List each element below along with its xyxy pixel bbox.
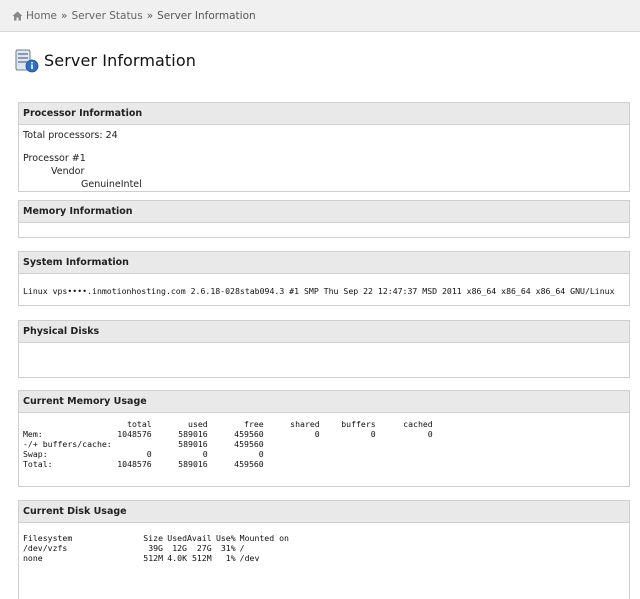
table-cell: 0 (202, 449, 208, 459)
page-header: Server Information (14, 46, 196, 74)
table-cell (320, 439, 376, 449)
panel-header: Current Disk Usage (19, 501, 629, 523)
table-cell: 459560 (234, 429, 264, 439)
column-header: cached (403, 419, 433, 429)
breadcrumb-separator: » (61, 9, 68, 22)
table-cell: 0 (314, 429, 320, 439)
column-header: Size (143, 533, 163, 543)
breadcrumb: Home » Server Status » Server Informatio… (0, 0, 640, 32)
column-header: Avail (187, 533, 212, 543)
table-cell: 589016 (178, 439, 208, 449)
current-disk-usage-panel: Current Disk Usage Filesystem Size Used … (18, 500, 630, 599)
table-cell: 0 (146, 449, 152, 459)
column-header: total (127, 419, 152, 429)
server-info-icon (15, 49, 39, 73)
table-cell: / (239, 543, 245, 553)
table-row: -/+ buffers/cache: 589016 459560 (23, 439, 433, 449)
panel-header: Current Memory Usage (19, 391, 629, 413)
memory-information-panel: Memory Information (18, 200, 630, 238)
table-cell: /dev/vzfs (23, 543, 68, 553)
table-row: /dev/vzfs 39G 12G 27G 31% / (23, 543, 289, 553)
table-cell (376, 439, 433, 449)
table-cell (320, 459, 376, 469)
column-header (23, 419, 112, 429)
table-cell: 1% (225, 553, 236, 563)
physical-disks-panel: Physical Disks (18, 320, 630, 378)
table-cell: 512M (143, 553, 163, 563)
table-cell: 1048576 (117, 429, 152, 439)
processor-information-panel: Processor Information Total processors: … (18, 102, 630, 192)
table-cell (264, 449, 320, 459)
vendor-value: GenuineIntel (81, 179, 142, 190)
column-header: Use% (215, 533, 236, 543)
table-cell (112, 439, 152, 449)
table-cell: Mem: (23, 429, 43, 439)
table-cell: 589016 (178, 459, 208, 469)
table-cell: -/+ buffers/cache: (23, 439, 112, 449)
column-header: Filesystem (23, 533, 73, 543)
table-cell: 0 (370, 429, 376, 439)
table-cell: 1048576 (117, 459, 152, 469)
column-header: shared (290, 419, 320, 429)
table-cell (264, 439, 320, 449)
table-cell (320, 449, 376, 459)
column-header: Used (167, 533, 187, 543)
system-uname: Linux vps••••.inmotionhosting.com 2.6.18… (23, 286, 615, 296)
table-row: Swap: 0 0 0 (23, 449, 433, 459)
processor-name: Processor #1 (23, 153, 86, 164)
table-cell: 459560 (234, 459, 264, 469)
column-header: free (244, 419, 264, 429)
table-cell: 459560 (234, 439, 264, 449)
column-header: buffers (341, 419, 376, 429)
table-cell: 27G (196, 543, 212, 553)
table-row: Total: 1048576 589016 459560 (23, 459, 433, 469)
breadcrumb-current: Server Information (157, 9, 256, 22)
total-processors: Total processors: 24 (23, 130, 118, 141)
table-cell: 0 (258, 449, 264, 459)
table-cell: /dev (239, 553, 260, 563)
home-icon (12, 11, 23, 20)
table-cell: 0 (427, 429, 433, 439)
table-cell: 589016 (178, 429, 208, 439)
disk-usage-table: Filesystem Size Used Avail Use% Mounted … (23, 533, 289, 563)
table-header-row: Filesystem Size Used Avail Use% Mounted … (23, 533, 289, 543)
system-information-panel: System Information Linux vps••••.inmotio… (18, 251, 630, 306)
table-cell (376, 449, 433, 459)
table-cell: 4.0K (167, 553, 187, 563)
vendor-label: Vendor (51, 166, 85, 177)
breadcrumb-home-link[interactable]: Home (26, 10, 57, 22)
table-row: Mem: 1048576 589016 459560 0 0 0 (23, 429, 433, 439)
breadcrumb-separator: » (146, 9, 154, 22)
table-header-row: total used free shared buffers cached (23, 419, 433, 429)
page-title: Server Information (44, 50, 196, 70)
table-cell: Swap: (23, 449, 48, 459)
memory-usage-table: total used free shared buffers cached Me… (23, 419, 433, 469)
column-header: Mounted on (239, 533, 289, 543)
table-cell: none (23, 553, 43, 563)
current-memory-usage-panel: Current Memory Usage total used free sha… (18, 390, 630, 487)
panel-header: System Information (19, 252, 629, 274)
panel-header: Physical Disks (19, 321, 629, 343)
column-header: used (188, 419, 208, 429)
table-cell: 512M (191, 553, 212, 563)
table-cell (376, 459, 433, 469)
table-cell: 31% (220, 543, 236, 553)
table-cell: 12G (172, 543, 187, 553)
panel-header: Memory Information (19, 201, 629, 223)
panel-header: Processor Information (19, 103, 629, 125)
table-row: none 512M 4.0K 512M 1% /dev (23, 553, 289, 563)
table-cell (264, 459, 320, 469)
breadcrumb-server-status-link[interactable]: Server Status (71, 10, 142, 22)
table-cell: 39G (148, 543, 163, 553)
table-cell: Total: (23, 459, 53, 469)
